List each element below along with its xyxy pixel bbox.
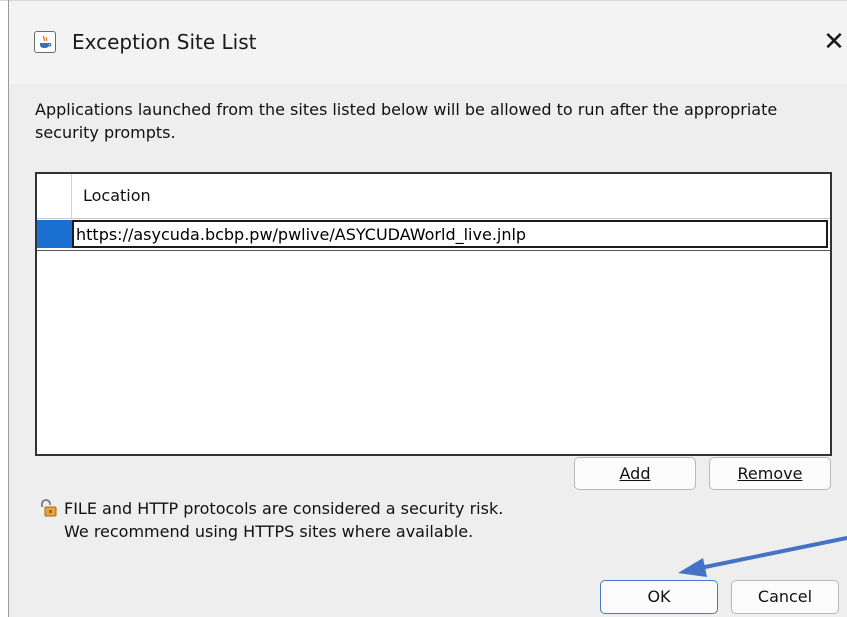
table-header: Location: [37, 174, 830, 219]
column-header-location[interactable]: Location: [83, 185, 151, 207]
window-title: Exception Site List: [72, 30, 257, 54]
cancel-button[interactable]: Cancel: [731, 580, 839, 614]
row-divider: [37, 250, 830, 251]
unlocked-padlock-icon: [41, 499, 57, 517]
remove-button-label: Remove: [737, 463, 803, 483]
warning-line-2: We recommend using HTTPS sites where ava…: [64, 522, 474, 541]
title-bar: Exception Site List ✕: [9, 1, 847, 84]
add-button[interactable]: Add: [574, 457, 696, 490]
location-field[interactable]: [72, 220, 828, 248]
warning-line-1: FILE and HTTP protocols are considered a…: [64, 499, 504, 518]
table-row[interactable]: [37, 220, 830, 248]
add-button-label: Add: [619, 463, 651, 483]
java-app-icon: [34, 31, 56, 53]
row-header-corner: [37, 174, 72, 218]
remove-button[interactable]: Remove: [709, 457, 831, 490]
row-selection-marker[interactable]: [37, 220, 72, 248]
close-icon[interactable]: ✕: [817, 25, 847, 59]
exception-site-table: Location: [35, 172, 832, 456]
dialog-body: Applications launched from the sites lis…: [9, 84, 847, 617]
ok-button[interactable]: OK: [600, 580, 718, 614]
description-text: Applications launched from the sites lis…: [35, 100, 778, 142]
